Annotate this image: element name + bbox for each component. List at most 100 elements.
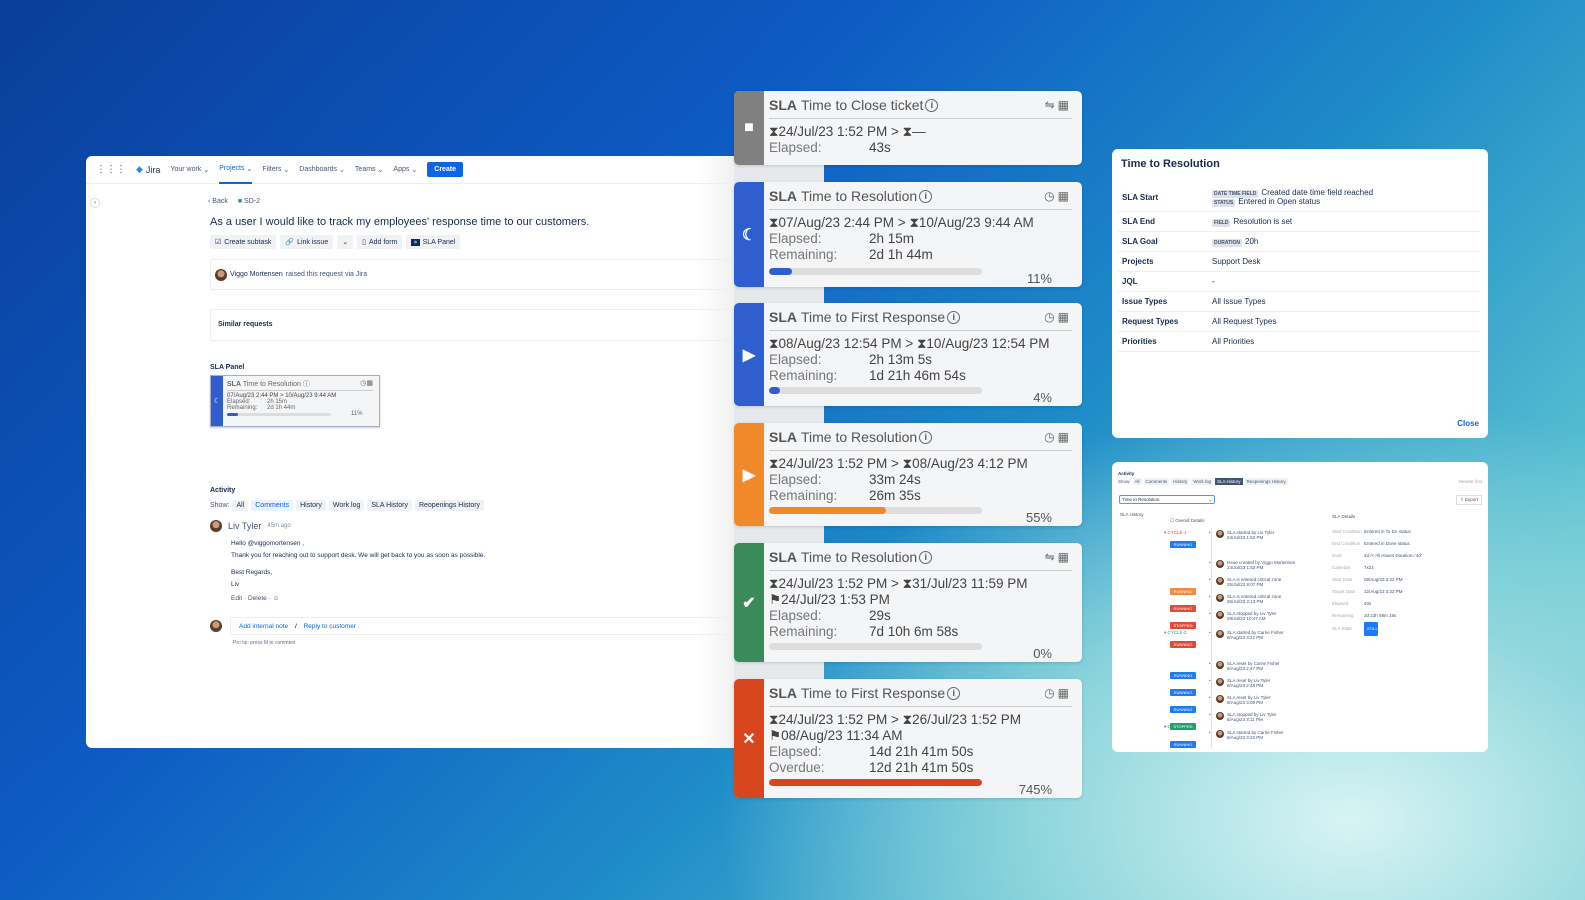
handshake-icon[interactable]: ⇋ bbox=[1045, 550, 1058, 564]
cycle-label[interactable]: ▾ CYCLE-2 bbox=[1164, 630, 1187, 636]
handshake-icon[interactable]: ⇋ bbox=[1045, 98, 1058, 112]
tab-work-log[interactable]: Work log bbox=[328, 500, 365, 511]
sla-name: Time to Resolution bbox=[801, 549, 918, 565]
detail-label: Start Date bbox=[1332, 577, 1353, 582]
nav-teams[interactable]: Teams ⌄ bbox=[355, 156, 384, 184]
nav-dashboards[interactable]: Dashboards ⌄ bbox=[299, 156, 345, 184]
calendar-icon[interactable]: ▦ bbox=[1058, 430, 1072, 444]
calendar-icon[interactable]: ▦ bbox=[1058, 550, 1072, 564]
overall-details[interactable]: ☐ Overall Details bbox=[1170, 518, 1205, 524]
tab-history[interactable]: History bbox=[296, 500, 326, 511]
sort-toggle[interactable]: Newest first bbox=[1458, 479, 1482, 484]
add-internal-note-link[interactable]: Add internal note bbox=[239, 623, 288, 630]
more-actions-dropdown[interactable]: ⌄ bbox=[337, 235, 354, 249]
issue-key-link[interactable]: ■ SD-2 bbox=[238, 198, 260, 205]
calendar-icon[interactable]: ▦ bbox=[1058, 686, 1072, 700]
nav-projects[interactable]: Projects ⌄ bbox=[219, 156, 253, 184]
comment-author[interactable]: Liv Tyler bbox=[228, 521, 261, 531]
timeline-dot: • bbox=[1209, 611, 1211, 616]
info-icon[interactable]: i bbox=[919, 189, 933, 203]
sla-panel-button[interactable]: ● SLA Panel bbox=[406, 235, 461, 249]
sla-card[interactable]: ✔ SLA Time to Resolution i ⇋▦ ⧗24/Jul/23 1:52… bbox=[734, 543, 1082, 662]
row-value: FIELD Resolution is set bbox=[1208, 211, 1480, 232]
close-button[interactable]: Close bbox=[1457, 419, 1479, 428]
comment-line: Best Regards, bbox=[231, 569, 273, 576]
tab-comments[interactable]: Comments bbox=[251, 500, 294, 511]
back-link[interactable]: ‹ Back bbox=[208, 198, 228, 205]
tab-all[interactable]: All bbox=[1132, 478, 1142, 485]
value-text: All Priorities bbox=[1212, 337, 1255, 346]
comment-input[interactable]: Add internal note / Reply to customer bbox=[230, 617, 736, 635]
card-header: SLA Time to First Response i ◷▦ bbox=[769, 685, 1072, 707]
link-issue-button[interactable]: 🔗 Link issue bbox=[280, 235, 334, 249]
event-text: Issue created by Viggo Mortensen 24/Jul/2… bbox=[1227, 560, 1295, 570]
sla-card[interactable]: ✕ SLA Time to First Response i ◷▦ ⧗24/Jul/23 … bbox=[734, 679, 1082, 798]
calendar-icon[interactable]: ▦ bbox=[1058, 310, 1072, 324]
app-grid-icon[interactable]: ⋮⋮⋮ bbox=[96, 164, 126, 175]
reply-to-customer-link[interactable]: Reply to customer bbox=[304, 623, 356, 630]
clock-icon[interactable]: ◷ bbox=[1044, 430, 1057, 444]
calendar-icon[interactable]: ▦ bbox=[1058, 98, 1072, 112]
clock-icon[interactable]: ◷ bbox=[1044, 686, 1057, 700]
header-icons: ◷▦ bbox=[1044, 310, 1072, 324]
tab-sla-history[interactable]: SLA History bbox=[367, 500, 412, 511]
clock-icon[interactable]: ◷ bbox=[1044, 310, 1057, 324]
progress-percent: 0% bbox=[1033, 646, 1052, 661]
sla-row: Elapsed: 43s bbox=[769, 140, 1072, 156]
value-line: STATUS Entered in Open status bbox=[1212, 197, 1476, 207]
tab-history[interactable]: History bbox=[1171, 478, 1190, 485]
avatar bbox=[1216, 712, 1224, 720]
calendar-icon[interactable]: ▦ bbox=[1058, 189, 1072, 203]
create-button[interactable]: Create bbox=[427, 162, 464, 177]
edit-link[interactable]: Edit bbox=[231, 595, 242, 602]
emoji-reaction-icon[interactable]: ☺ bbox=[273, 595, 280, 602]
similar-requests[interactable]: Similar requests bbox=[210, 309, 736, 341]
reporter-name[interactable]: Viggo Mortensen bbox=[230, 271, 283, 278]
jira-logo[interactable]: ◆ Jira bbox=[136, 164, 160, 175]
detail-value: 3d 23h 59m 19s bbox=[1364, 613, 1397, 618]
sla-card[interactable]: ☾ SLA Time to Resolution i ◷▦ ⧗07/Aug/23 2:44… bbox=[734, 182, 1082, 287]
row-value: All Priorities bbox=[1208, 331, 1480, 352]
detail-value: 7x24 bbox=[1364, 565, 1374, 570]
row-value: DURATION 20h bbox=[1208, 231, 1480, 252]
create-subtask-button[interactable]: ☑ Create subtask bbox=[210, 235, 277, 249]
nav-your-work[interactable]: Your work ⌄ bbox=[170, 156, 209, 184]
row-label: Elapsed: bbox=[769, 231, 822, 246]
row-label: Issue Types bbox=[1118, 291, 1208, 312]
tab-reopenings-history[interactable]: Reopenings History bbox=[1244, 478, 1288, 485]
sla-card[interactable]: ▶ SLA Time to First Response i ◷▦ ⧗08/Aug/23 … bbox=[734, 303, 1082, 406]
detail-row: SLA State STILL bbox=[1332, 622, 1422, 636]
sla-label: SLA bbox=[769, 97, 797, 113]
detail-label: Goal bbox=[1332, 553, 1342, 558]
cycle-label[interactable]: ▾ CYCLE-1 bbox=[1164, 530, 1187, 536]
row-label: SLA End bbox=[1118, 211, 1208, 232]
delete-link[interactable]: Delete bbox=[248, 595, 267, 602]
nav-apps[interactable]: Apps ⌄ bbox=[393, 156, 417, 184]
info-icon[interactable]: i bbox=[947, 310, 961, 324]
avatar bbox=[1216, 560, 1224, 568]
row-label: Elapsed: bbox=[769, 472, 822, 487]
nav-filters[interactable]: Filters ⌄ bbox=[262, 156, 289, 184]
tab-all[interactable]: All bbox=[232, 500, 249, 511]
export-button[interactable]: ⇪ Export bbox=[1455, 495, 1482, 505]
add-form-button[interactable]: ▯ Add form bbox=[357, 235, 403, 249]
row-value: 26m 35s bbox=[869, 488, 921, 503]
tab-comments[interactable]: Comments bbox=[1143, 478, 1170, 485]
tab-work-log[interactable]: Work log bbox=[1191, 478, 1213, 485]
sla-select[interactable]: Time to Resolution ⌄ bbox=[1119, 495, 1215, 504]
sla-card[interactable]: ▶ SLA Time to Resolution i ◷▦ ⧗24/Jul/23 1:52… bbox=[734, 423, 1082, 526]
progress-bar bbox=[769, 643, 982, 650]
sidebar-expand-icon[interactable]: › bbox=[90, 198, 100, 208]
info-icon[interactable]: i bbox=[947, 686, 961, 700]
event-date: 24/Jul/23 1:52 PM bbox=[1227, 535, 1264, 540]
info-icon[interactable]: i bbox=[925, 98, 939, 112]
timeline-dot: • bbox=[1209, 678, 1211, 683]
clock-icon[interactable]: ◷ bbox=[1044, 189, 1057, 203]
tab-sla-history[interactable]: SLA History bbox=[1215, 478, 1243, 485]
tab-reopenings-history[interactable]: Reopenings History bbox=[414, 500, 485, 511]
clock-calendar-icons: ◷▦ bbox=[360, 380, 373, 387]
mini-sla-card[interactable]: ☾ SLA Time to Resolution ⓘ ◷▦ 07/Aug/23 … bbox=[210, 375, 380, 427]
info-icon[interactable]: i bbox=[919, 550, 933, 564]
info-icon[interactable]: i bbox=[919, 430, 933, 444]
sla-card[interactable]: ■ SLA Time to Close ticket i ⇋▦ ⧗24/Jul/23 1:… bbox=[734, 91, 1082, 165]
